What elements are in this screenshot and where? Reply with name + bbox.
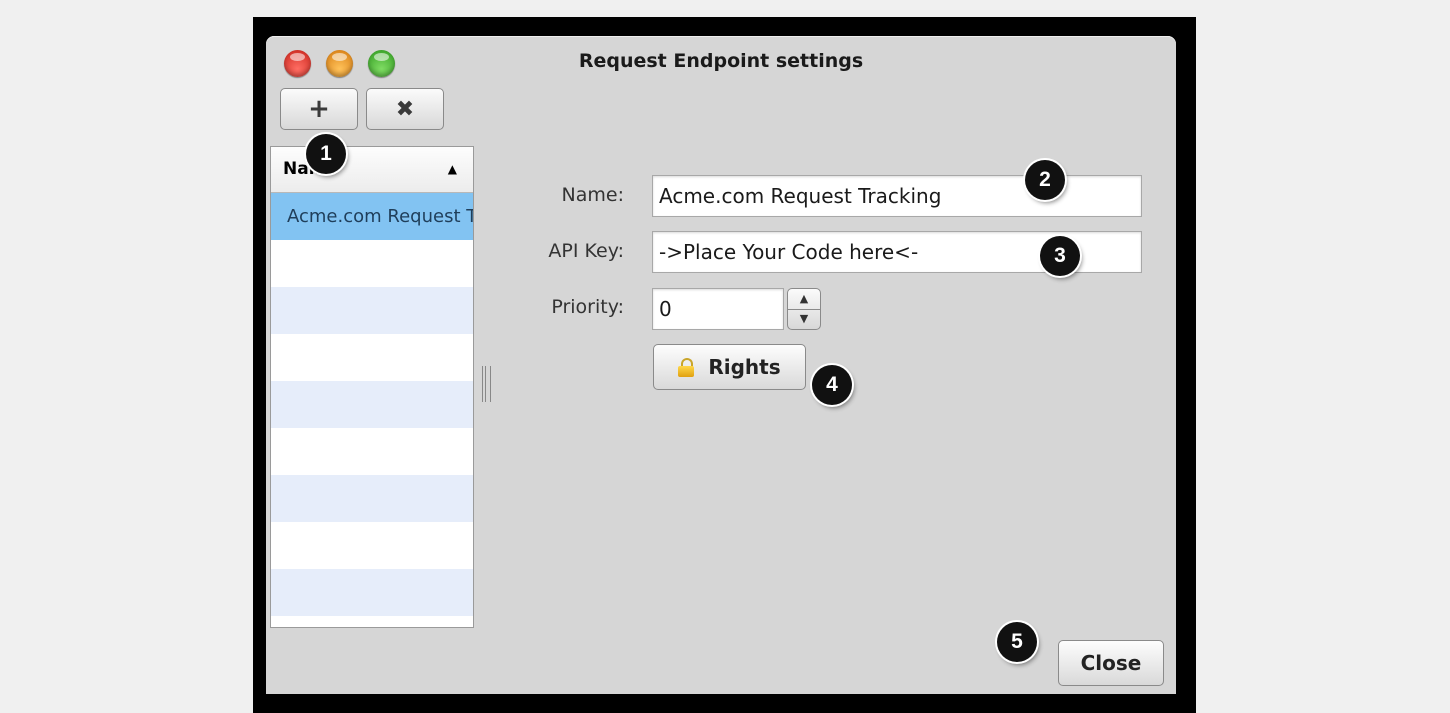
- callout-4: 4: [812, 365, 852, 405]
- priority-field[interactable]: 0: [652, 288, 784, 330]
- list-item-empty: [271, 287, 473, 334]
- list-item-empty: [271, 240, 473, 287]
- list-item-empty: [271, 381, 473, 428]
- callout-1: 1: [306, 134, 346, 174]
- api-key-label: API Key:: [548, 240, 624, 262]
- close-button[interactable]: Close: [1058, 640, 1164, 686]
- window-title: Request Endpoint settings: [578, 50, 864, 72]
- plus-icon: +: [308, 94, 330, 124]
- split-pane-handle[interactable]: [482, 366, 491, 402]
- priority-stepper[interactable]: ▲ ▼: [787, 288, 821, 330]
- list-header-name[interactable]: Name ▲: [271, 147, 473, 193]
- rights-button[interactable]: Rights: [653, 344, 806, 390]
- close-icon: ✖: [395, 96, 415, 122]
- stepper-down-icon[interactable]: ▼: [788, 309, 820, 329]
- name-label: Name:: [561, 184, 624, 206]
- callout-5: 5: [997, 622, 1037, 662]
- priority-label: Priority:: [551, 296, 624, 318]
- list-item-empty: [271, 475, 473, 522]
- callout-2: 2: [1025, 160, 1065, 200]
- list-item-empty: [271, 569, 473, 616]
- lock-icon: [678, 358, 695, 377]
- endpoint-list[interactable]: Name ▲ Acme.com Request Tracking: [270, 146, 474, 628]
- rights-button-label: Rights: [708, 355, 781, 379]
- name-field[interactable]: Acme.com Request Tracking: [652, 175, 1142, 217]
- list-item-empty: [271, 428, 473, 475]
- add-endpoint-button[interactable]: +: [280, 88, 358, 130]
- delete-endpoint-button[interactable]: ✖: [366, 88, 444, 130]
- callout-3: 3: [1040, 236, 1080, 276]
- settings-window: Request Endpoint settings + ✖ Name ▲ Acm…: [266, 36, 1176, 694]
- list-item-empty: [271, 522, 473, 569]
- list-item-empty: [271, 334, 473, 381]
- close-button-label: Close: [1080, 651, 1142, 675]
- stepper-up-icon[interactable]: ▲: [788, 289, 820, 310]
- sort-ascending-icon: ▲: [447, 162, 457, 176]
- list-item[interactable]: Acme.com Request Tracking: [271, 193, 473, 240]
